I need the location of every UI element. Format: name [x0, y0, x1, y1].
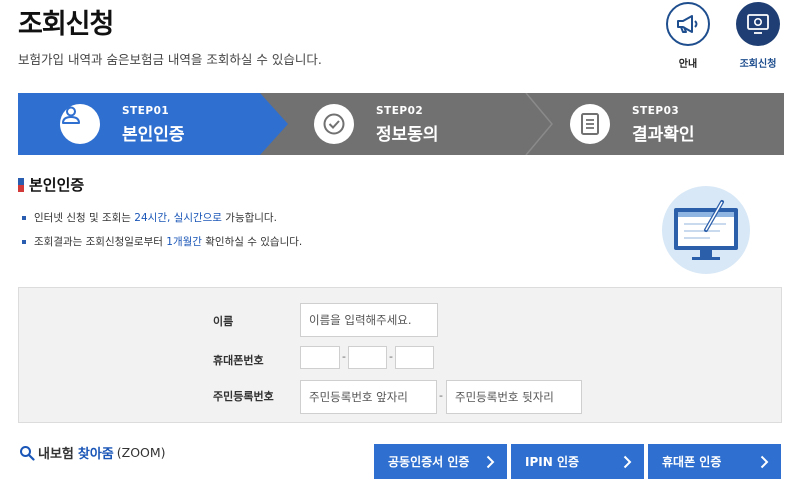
phone-separator: -: [389, 350, 393, 363]
info-button-label: 안내: [678, 59, 698, 70]
step-3-number: STEP03: [632, 105, 680, 117]
monitor-search-icon: [736, 2, 780, 46]
phone-label: 휴대폰번호: [213, 354, 264, 367]
step-3-name: 결과확인: [632, 125, 695, 145]
step-2-number: STEP02: [376, 105, 424, 117]
step-1-name: 본인인증: [122, 125, 185, 145]
phone-separator: -: [342, 350, 346, 363]
phone-input-2[interactable]: [348, 346, 387, 369]
notice-text: 조회결과는 조회신청일로부터 1개월간 확인하실 수 있습니다.: [34, 236, 303, 248]
zoom-text-3: (ZOOM): [116, 445, 166, 460]
zoom-text-2: 찾아줌: [77, 447, 114, 462]
apply-button[interactable]: 조회신청: [734, 2, 782, 70]
name-input[interactable]: 이름을 입력해주세요.: [300, 303, 438, 337]
phone-auth-label: 휴대폰 인증: [662, 455, 722, 469]
page-description: 보험가입 내역과 숨은보험금 내역을 조회하실 수 있습니다.: [18, 52, 322, 67]
notice-item: 조회결과는 조회신청일로부터 1개월간 확인하실 수 있습니다.: [22, 234, 302, 249]
info-button[interactable]: 안내: [664, 2, 712, 70]
notice-list: 인터넷 신청 및 조회는 24시간, 실시간으로 가능합니다. 조회결과는 조회…: [22, 210, 302, 258]
check-circle-icon: [314, 104, 354, 144]
page-title: 조회신청: [18, 9, 114, 40]
ipin-auth-label: IPIN 인증: [525, 455, 580, 469]
chevron-right-icon: [623, 455, 632, 468]
step-2: STEP02 정보동의: [308, 93, 528, 155]
cert-auth-button[interactable]: 공동인증서 인증: [374, 444, 507, 479]
person-icon: [60, 104, 100, 144]
section-mark-icon: [18, 177, 24, 192]
chevron-right-icon: [486, 455, 495, 468]
step-separator: [525, 93, 553, 155]
step-progress-bar: STEP01 본인인증 STEP02 정보동의 STEP03 결과확인: [18, 93, 784, 155]
apply-button-label: 조회신청: [739, 59, 777, 70]
zoom-link[interactable]: 내보험 찾아줌 (ZOOM): [19, 443, 166, 462]
step-3: STEP03 결과확인: [564, 93, 784, 155]
section-title: 본인인증: [29, 176, 85, 194]
section-heading: 본인인증: [18, 174, 84, 195]
computer-illustration-icon: [660, 184, 752, 280]
step-2-name: 정보동의: [376, 125, 439, 145]
phone-auth-button[interactable]: 휴대폰 인증: [648, 444, 781, 479]
bullet-icon: [22, 215, 26, 220]
rrn-back-input[interactable]: 주민등록번호 뒷자리: [446, 380, 582, 414]
document-icon: [570, 104, 610, 144]
rrn-separator: -: [439, 389, 443, 402]
chevron-right-icon: [760, 455, 769, 468]
magnifier-icon: [20, 445, 35, 461]
megaphone-icon: [666, 2, 710, 46]
rrn-front-input[interactable]: 주민등록번호 앞자리: [300, 380, 437, 414]
cert-auth-label: 공동인증서 인증: [388, 455, 470, 469]
phone-input-1[interactable]: [300, 346, 340, 369]
notice-item: 인터넷 신청 및 조회는 24시간, 실시간으로 가능합니다.: [22, 210, 302, 225]
name-label: 이름: [213, 315, 234, 328]
step-1: STEP01 본인인증: [18, 93, 288, 155]
phone-input-3[interactable]: [395, 346, 434, 369]
step-1-number: STEP01: [122, 105, 170, 117]
identity-form: 이름 이름을 입력해주세요. 휴대폰번호 - - 주민등록번호 주민등록번호 앞…: [18, 287, 782, 423]
ipin-auth-button[interactable]: IPIN 인증: [511, 444, 644, 479]
zoom-text-1: 내보험: [38, 447, 74, 462]
bullet-icon: [22, 239, 26, 244]
rrn-label: 주민등록번호: [213, 390, 274, 403]
notice-text: 인터넷 신청 및 조회는 24시간, 실시간으로 가능합니다.: [34, 212, 277, 224]
